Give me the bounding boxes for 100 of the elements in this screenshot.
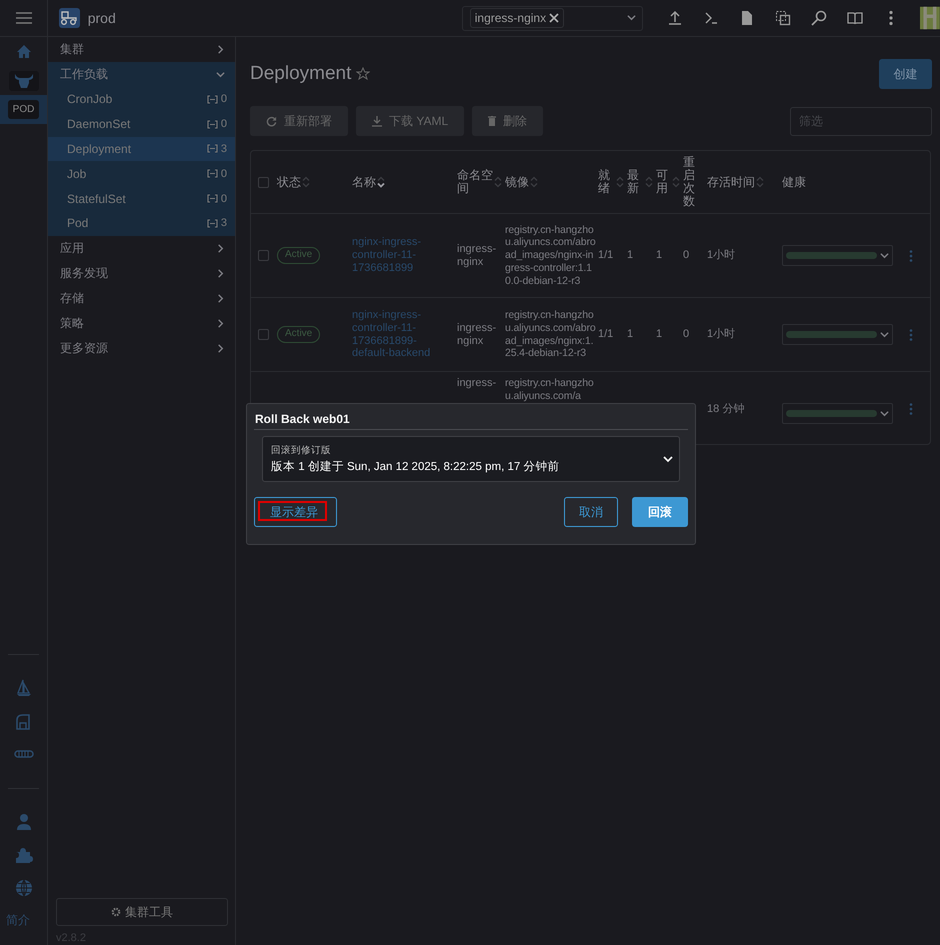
row-checkbox[interactable] [258, 250, 269, 261]
resource-icon [206, 120, 218, 129]
nav-group[interactable]: 更多资源 [48, 336, 235, 361]
download-icon [372, 116, 382, 126]
column-header: 健康 [782, 176, 806, 188]
copy-icon[interactable] [775, 10, 792, 26]
nav-item[interactable]: Deployment 3 [48, 136, 235, 162]
nav-item[interactable]: CronJob 0 [48, 87, 235, 112]
star-icon[interactable] [356, 67, 370, 81]
cluster-name: prod [88, 10, 116, 26]
column-header[interactable]: 最新 [627, 169, 644, 195]
namespace-text: ingress- [457, 377, 498, 390]
nav-item[interactable]: DaemonSet 0 [48, 112, 235, 137]
column-header[interactable]: 就绪 [598, 169, 615, 195]
health-select[interactable] [782, 245, 893, 266]
rollback-button[interactable]: 回滚 [632, 497, 688, 527]
close-icon[interactable] [549, 13, 560, 23]
avatar-icon[interactable] [920, 5, 940, 31]
nav-group[interactable]: 存储 [48, 286, 235, 311]
nav-group[interactable]: 策略 [48, 310, 235, 336]
chevron-right-icon [216, 45, 225, 54]
resource-icon [206, 194, 218, 204]
column-header[interactable]: 存活时间 [707, 176, 755, 188]
row-checkbox[interactable] [258, 329, 269, 340]
resource-icon [206, 94, 218, 104]
bull-icon[interactable] [14, 72, 34, 88]
restart-count: 0 [683, 249, 690, 262]
revision-select[interactable]: 回滚到修订版 版本 1 创建于 Sun, Jan 12 2025, 8:22:25 pm, 17 分钟前 [262, 436, 680, 482]
resource-icon [206, 218, 218, 228]
image-text: registry.cn-hangzhou.aliyuncs.com/abroad_images/nginx:1.25.4-debian-12-r3 [505, 309, 597, 360]
namespace-text: ingress-nginx [457, 322, 498, 348]
home-icon[interactable] [16, 44, 32, 59]
chevron-down-icon [880, 330, 889, 339]
nav-group[interactable]: 服务发现 [48, 260, 235, 286]
item-count: 0 [220, 192, 227, 205]
item-count: 0 [220, 93, 227, 106]
nav-item[interactable]: Job 0 [48, 161, 235, 186]
available-count: 1 [656, 328, 662, 340]
column-header[interactable]: 名称 [352, 176, 376, 188]
ready-count: 1/1 [598, 249, 614, 262]
rail-item-highlight[interactable]: POD [0, 95, 47, 124]
health-select[interactable] [782, 324, 893, 345]
create-button[interactable]: 创建 [879, 59, 932, 89]
dialog-title: Roll Back web01 [254, 404, 688, 430]
gear-icon [111, 907, 121, 917]
up-to-date-count: 1 [627, 249, 634, 262]
status-badge: Active [277, 326, 320, 343]
item-count: 3 [220, 142, 227, 155]
ready-count: 1/1 [598, 328, 614, 340]
nav-group[interactable]: 集群 [48, 37, 235, 62]
upload-icon[interactable] [667, 10, 684, 26]
restart-count: 0 [683, 328, 690, 340]
sort-icon[interactable] [377, 176, 385, 188]
up-to-date-count: 1 [627, 328, 634, 340]
chevron-right-icon [216, 268, 225, 278]
nav-group[interactable]: 工作负载 [48, 62, 235, 87]
nav-group[interactable]: 应用 [48, 236, 235, 261]
chevron-right-icon [216, 244, 225, 253]
search-icon[interactable] [811, 10, 828, 26]
chevron-down-icon [663, 455, 673, 463]
puzzle-icon[interactable] [14, 846, 34, 864]
age-text: 1小时 [707, 328, 736, 340]
nav-item[interactable]: StatefulSet 0 [48, 186, 235, 211]
select-all-checkbox[interactable] [258, 176, 269, 188]
item-count: 0 [220, 118, 227, 130]
resource-icon [206, 144, 218, 154]
image-text: registry.cn-hangzhou.aliyuncs.com/abroad_images/nginx-ingress-controller:1.10.0-debian-12-r3 [505, 224, 597, 288]
menu-icon[interactable] [16, 12, 32, 24]
namespace-text: ingress-nginx [457, 242, 498, 268]
available-count: 1 [656, 249, 662, 262]
column-header[interactable]: 镜像 [505, 176, 529, 188]
tractor-icon[interactable] [60, 11, 78, 25]
chevron-down-icon [880, 409, 889, 418]
pod-badge[interactable]: POD [8, 100, 40, 119]
column-header[interactable]: 状态 [277, 176, 301, 188]
chevron-right-icon [216, 318, 225, 328]
terminal-icon[interactable] [703, 10, 720, 26]
field-label: 回滚到修订版 [271, 444, 332, 457]
chevron-down-icon [627, 13, 636, 22]
image-text: registry.cn-hangzhou.aliyuncs.com/a [505, 377, 595, 402]
cluster-tools-button[interactable]: 集群工具 [56, 898, 228, 926]
chevron-right-icon [216, 344, 225, 353]
book-icon[interactable] [847, 10, 864, 26]
chevron-down-icon [880, 251, 889, 260]
chevron-right-icon [216, 294, 225, 303]
globe-icon[interactable] [14, 878, 34, 896]
revision-value: 版本 1 创建于 Sun, Jan 12 2025, 8:22:25 pm, 17 分钟前 [271, 460, 560, 474]
status-badge: Active [277, 247, 320, 264]
column-header: 重启次数 [683, 156, 695, 208]
show-diff-button[interactable]: 显示差异 [254, 497, 337, 527]
namespace-select[interactable]: ingress-nginx [462, 6, 644, 30]
age-text: 18 分钟 [707, 403, 744, 415]
nav-item[interactable]: Pod 3 [48, 210, 235, 236]
item-count: 3 [220, 217, 227, 230]
chevron-down-icon [216, 70, 225, 79]
health-select[interactable] [782, 403, 893, 424]
namespace-chip[interactable]: ingress-nginx [470, 8, 564, 28]
column-header[interactable]: 命名空间 [457, 169, 493, 195]
column-header[interactable]: 可用 [656, 169, 671, 195]
cancel-button[interactable]: 取消 [564, 497, 618, 527]
